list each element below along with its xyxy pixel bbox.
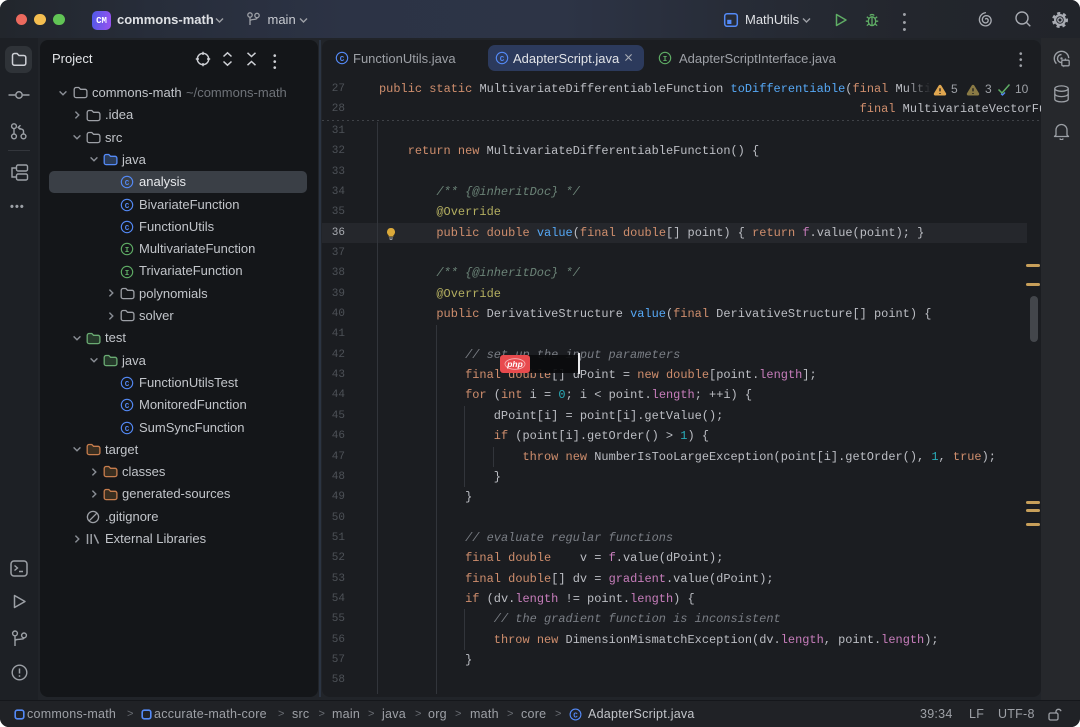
svg-text:C: C	[125, 403, 130, 411]
svg-text:I: I	[125, 247, 130, 255]
svg-text:I: I	[662, 56, 667, 64]
svg-text:C: C	[499, 56, 504, 64]
svg-text:I: I	[125, 270, 130, 278]
svg-text:C: C	[125, 225, 130, 233]
svg-text:php: php	[506, 359, 523, 369]
svg-text:C: C	[125, 381, 130, 389]
svg-text:C: C	[573, 712, 578, 720]
svg-text:C: C	[125, 426, 130, 434]
svg-text:C: C	[339, 56, 344, 64]
svg-text:C: C	[125, 203, 130, 211]
svg-text:C: C	[125, 180, 130, 188]
